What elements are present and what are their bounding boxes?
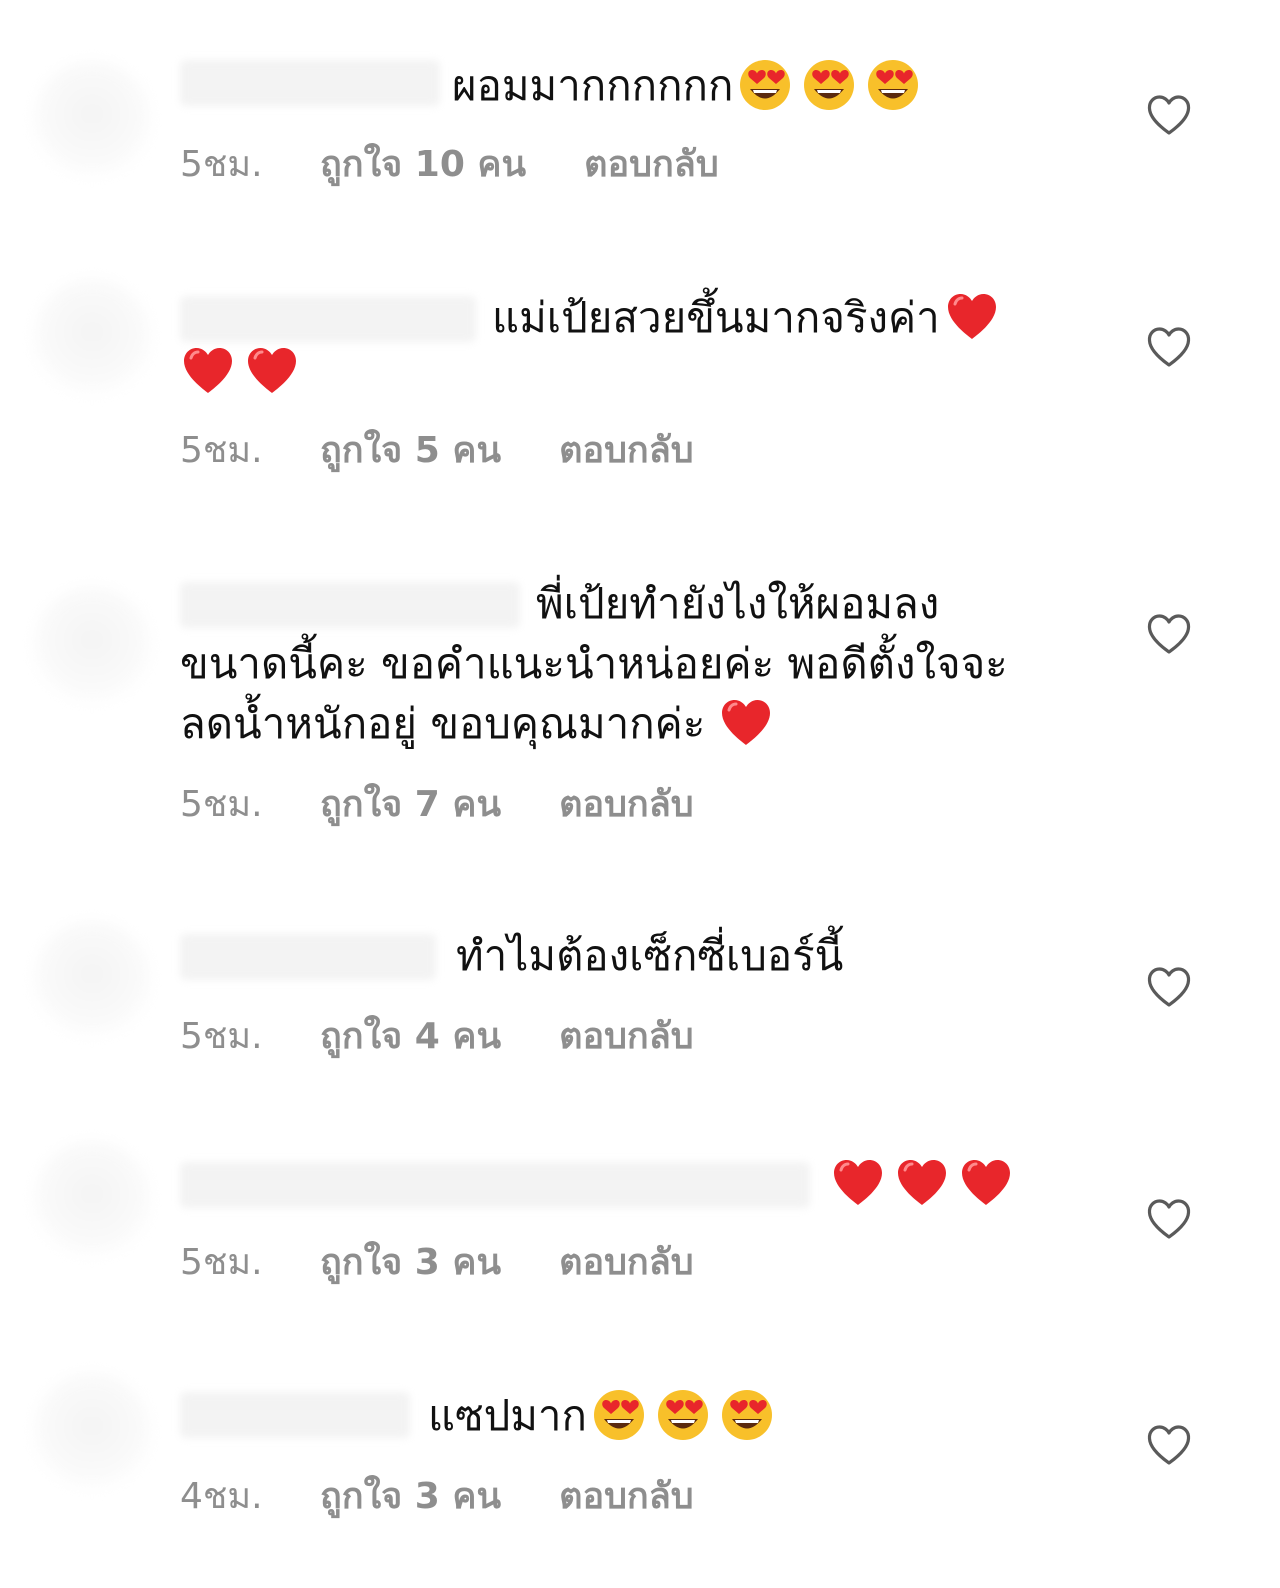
- heart-eyes-icon: [592, 1388, 646, 1442]
- username-redacted[interactable]: [180, 934, 436, 980]
- likes-count-button[interactable]: ถูกใจ 4 คน: [320, 1007, 501, 1064]
- comment-meta: 5ชม. ถูกใจ 5 คน ตอบกลับ: [180, 424, 694, 474]
- red-heart-icon: [719, 696, 773, 750]
- comment-text-line: แม่เป้ยสวยขึ้นมากจริงค่า: [492, 293, 940, 342]
- comment-text: [176, 342, 304, 402]
- like-button[interactable]: [1146, 613, 1192, 655]
- comment-text-line: แซปมาก: [428, 1391, 587, 1440]
- likes-count-button[interactable]: ถูกใจ 5 คน: [320, 421, 501, 478]
- reply-button[interactable]: ตอบกลับ: [559, 1007, 694, 1064]
- heart-eyes-icon: [866, 58, 920, 112]
- comment-text: ผอมมากกกกกก: [452, 56, 925, 116]
- comment-timestamp: 5ชม.: [180, 1015, 263, 1057]
- avatar[interactable]: [32, 60, 152, 180]
- comment-text: [826, 1154, 1018, 1214]
- username-redacted[interactable]: [180, 296, 476, 342]
- red-heart-icon: [945, 290, 999, 344]
- like-button[interactable]: [1146, 966, 1192, 1008]
- comment-text-line: ลดน้ำหนักอยู่ ขอบคุณมากค่ะ: [180, 699, 706, 748]
- comment-meta: 4ชม. ถูกใจ 3 คน ตอบกลับ: [180, 1470, 694, 1520]
- comment-text-line: ผอมมากกกกกก: [452, 61, 734, 110]
- red-heart-icon: [895, 1156, 949, 1210]
- likes-count-button[interactable]: ถูกใจ 3 คน: [320, 1233, 501, 1290]
- likes-count-button[interactable]: ถูกใจ 7 คน: [320, 775, 501, 832]
- heart-eyes-icon: [656, 1388, 710, 1442]
- avatar[interactable]: [32, 1372, 152, 1492]
- likes-count-button[interactable]: ถูกใจ 10 คน: [320, 135, 526, 192]
- comment-text-line: พี่เป้ยทำยังไงให้ผอมลง: [536, 579, 940, 628]
- heart-outline-icon: [1147, 967, 1191, 1007]
- reply-button[interactable]: ตอบกลับ: [559, 1467, 694, 1524]
- reply-button[interactable]: ตอบกลับ: [559, 1233, 694, 1290]
- comment-timestamp: 5ชม.: [180, 143, 263, 185]
- heart-eyes-icon: [720, 1388, 774, 1442]
- comment-meta: 5ชม. ถูกใจ 4 คน ตอบกลับ: [180, 1010, 694, 1060]
- comment-meta: 5ชม. ถูกใจ 10 คน ตอบกลับ: [180, 138, 719, 188]
- like-button[interactable]: [1146, 1424, 1192, 1466]
- avatar[interactable]: [32, 920, 152, 1040]
- comment-timestamp: 5ชม.: [180, 1241, 263, 1283]
- comment-text: ขนาดนี้คะ ขอคำแนะนำหน่อยค่ะ พอดีตั้งใจจะ: [180, 634, 1008, 694]
- heart-eyes-icon: [802, 58, 856, 112]
- username-redacted[interactable]: [180, 1392, 410, 1438]
- comment-timestamp: 5ชม.: [180, 783, 263, 825]
- like-button[interactable]: [1146, 1198, 1192, 1240]
- comment-meta: 5ชม. ถูกใจ 3 คน ตอบกลับ: [180, 1236, 694, 1286]
- avatar[interactable]: [32, 1140, 152, 1260]
- like-button[interactable]: [1146, 326, 1192, 368]
- reply-button[interactable]: ตอบกลับ: [559, 775, 694, 832]
- comment-timestamp: 5ชม.: [180, 429, 263, 471]
- username-redacted[interactable]: [180, 60, 440, 106]
- heart-outline-icon: [1147, 327, 1191, 367]
- avatar[interactable]: [32, 586, 152, 706]
- likes-count-button[interactable]: ถูกใจ 3 คน: [320, 1467, 501, 1524]
- reply-button[interactable]: ตอบกลับ: [584, 135, 719, 192]
- heart-outline-icon: [1147, 1425, 1191, 1465]
- comment-meta: 5ชม. ถูกใจ 7 คน ตอบกลับ: [180, 778, 694, 828]
- red-heart-icon: [245, 344, 299, 398]
- comment-text-line: ขนาดนี้คะ ขอคำแนะนำหน่อยค่ะ พอดีตั้งใจจะ: [180, 639, 1008, 688]
- red-heart-icon: [831, 1156, 885, 1210]
- comment-text-line: ทำไมต้องเซ็กซี่เบอร์นี้: [456, 931, 844, 980]
- reply-button[interactable]: ตอบกลับ: [559, 421, 694, 478]
- heart-eyes-icon: [738, 58, 792, 112]
- comment-text: พี่เป้ยทำยังไงให้ผอมลง: [536, 574, 939, 634]
- comment-timestamp: 4ชม.: [180, 1475, 263, 1517]
- avatar[interactable]: [32, 278, 152, 398]
- red-heart-icon: [959, 1156, 1013, 1210]
- heart-outline-icon: [1147, 1199, 1191, 1239]
- like-button[interactable]: [1146, 94, 1192, 136]
- comment-text: ลดน้ำหนักอยู่ ขอบคุณมากค่ะ: [180, 694, 778, 754]
- comment-text: ทำไมต้องเซ็กซี่เบอร์นี้: [456, 926, 843, 986]
- heart-outline-icon: [1147, 614, 1191, 654]
- username-redacted[interactable]: [180, 582, 520, 628]
- heart-outline-icon: [1147, 95, 1191, 135]
- red-heart-icon: [181, 344, 235, 398]
- username-redacted[interactable]: [180, 1162, 810, 1208]
- comment-text: แซปมาก: [428, 1386, 779, 1446]
- comment-text: แม่เป้ยสวยขึ้นมากจริงค่า: [492, 288, 1004, 348]
